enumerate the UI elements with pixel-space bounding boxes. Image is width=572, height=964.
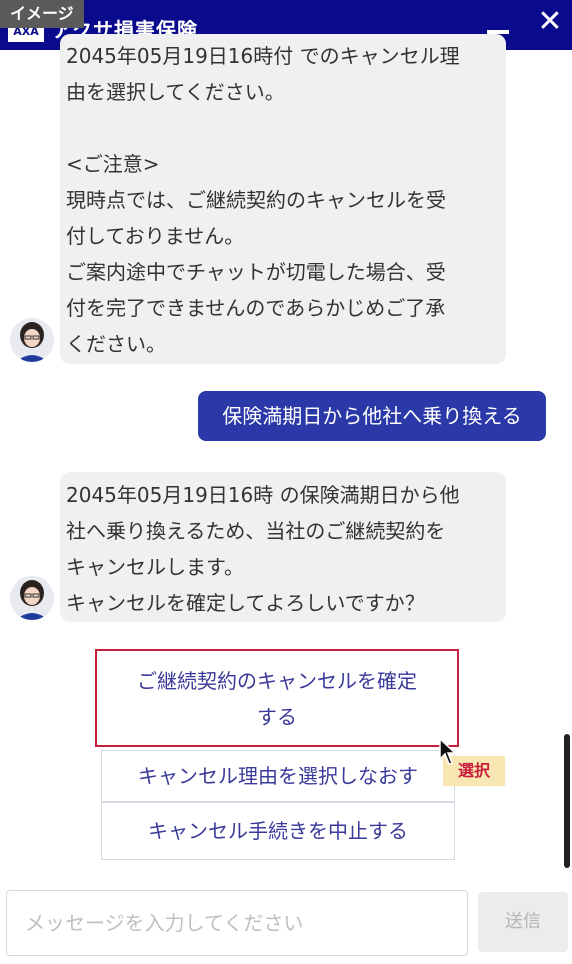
message-line: キャンセルを確定してよろしいですか？	[66, 591, 425, 615]
close-button[interactable]: ✕	[534, 6, 566, 38]
reselect-reason-button[interactable]: キャンセル理由を選択しなおす	[101, 750, 455, 802]
message-line: ください。	[66, 332, 166, 356]
bot-message: 2045年05月19日16時 の保険満期日から他 社へ乗り換えるため、当社のご継…	[60, 472, 506, 622]
image-badge: イメージ	[0, 0, 84, 28]
message-line: 由を選択してください。	[66, 80, 285, 104]
mouse-pointer-icon	[439, 737, 459, 770]
operator-avatar	[10, 318, 54, 362]
scrollbar[interactable]	[564, 734, 570, 868]
bot-message: 2045年05月19日16時付 でのキャンセル理 由を選択してください。 <ご注…	[60, 34, 506, 364]
confirm-cancellation-button[interactable]: ご継続契約のキャンセルを確定 する	[95, 649, 459, 747]
message-line: 社へ乗り換えるため、当社のご継続契約を	[66, 519, 446, 543]
message-input[interactable]: メッセージを入力してください	[6, 890, 468, 956]
send-button[interactable]: 送信	[478, 892, 568, 952]
abort-cancellation-button[interactable]: キャンセル手続きを中止する	[101, 802, 455, 860]
message-line: 付しておりません。	[66, 224, 245, 248]
confirm-cancellation-label: する	[257, 705, 297, 729]
message-line: <ご注意>	[66, 152, 160, 176]
message-line: 2045年05月19日16時 の保険満期日から他	[66, 483, 460, 507]
user-message: 保険満期日から他社へ乗り換える	[198, 391, 546, 441]
message-line: キャンセルします。	[66, 555, 244, 579]
message-line: 2045年05月19日16時付 でのキャンセル理	[66, 44, 460, 68]
message-line: 付を完了できませんのであらかじめご了承	[66, 296, 446, 320]
confirm-cancellation-label: ご継続契約のキャンセルを確定	[137, 669, 417, 693]
message-line	[66, 110, 506, 146]
message-line: ご案内途中でチャットが切電した場合、受	[66, 260, 446, 284]
message-line: 現時点では、ご継続契約のキャンセルを受	[66, 188, 446, 212]
operator-avatar	[10, 576, 54, 620]
